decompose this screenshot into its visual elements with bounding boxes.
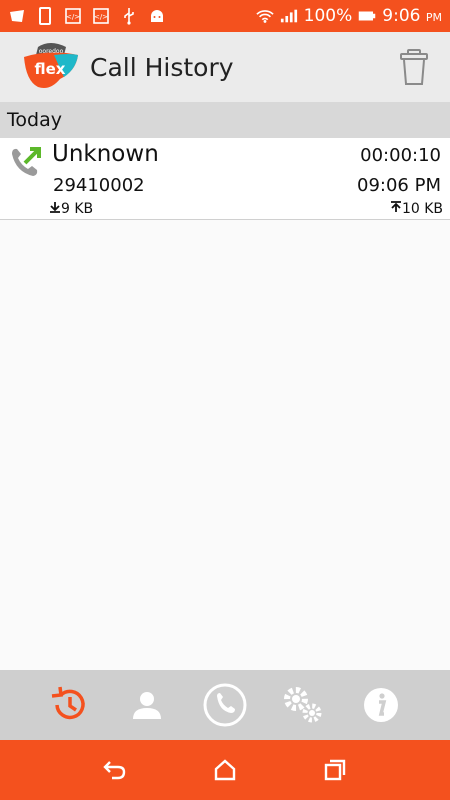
outgoing-call-icon	[8, 144, 44, 180]
upload-icon	[390, 201, 401, 212]
home-icon	[214, 759, 236, 781]
download-icon	[50, 202, 60, 213]
upload-value: 10 KB	[401, 201, 443, 217]
logo-text: flex	[35, 60, 66, 78]
battery-icon	[358, 7, 376, 25]
download-size: 9 KB	[49, 201, 93, 217]
app-bar: flex ooredoo Call History	[0, 32, 450, 102]
history-icon	[51, 686, 85, 720]
tab-info[interactable]	[356, 680, 406, 730]
back-icon	[103, 761, 126, 780]
svg-text:</>: </>	[66, 13, 80, 21]
usb-icon	[120, 7, 138, 25]
clock: 9:06	[382, 6, 421, 26]
tab-settings[interactable]	[278, 680, 328, 730]
tab-dialer[interactable]	[200, 680, 250, 730]
status-bar: </> </> 100% 9:06 PM	[0, 0, 450, 32]
call-duration: 00:00:10	[360, 145, 441, 166]
upload-size: 10 KB	[390, 201, 443, 217]
tab-call-history[interactable]	[44, 680, 94, 730]
flex-app-notification-icon	[8, 7, 26, 25]
code-icon: </>	[64, 7, 82, 25]
clock-ampm: PM	[425, 11, 442, 24]
signal-icon	[280, 7, 298, 25]
recents-icon	[324, 759, 346, 781]
contacts-icon	[133, 692, 161, 719]
delete-history-button[interactable]	[396, 47, 432, 87]
bottom-tab-bar	[0, 670, 450, 740]
home-button[interactable]	[205, 750, 245, 790]
trash-icon	[400, 49, 428, 85]
section-header-today: Today	[0, 102, 450, 138]
logo-top-text: ooredoo	[39, 48, 64, 55]
tab-contacts[interactable]	[122, 680, 172, 730]
code-icon-2: </>	[92, 7, 110, 25]
wifi-icon	[256, 7, 274, 25]
screen-rotation-icon	[36, 7, 54, 25]
call-time: 09:06 PM	[357, 175, 441, 196]
page-title: Call History	[90, 52, 234, 82]
svg-text:</>: </>	[94, 13, 108, 21]
settings-icon	[284, 687, 322, 723]
android-icon	[148, 7, 166, 25]
recents-button[interactable]	[315, 750, 355, 790]
back-button[interactable]	[95, 750, 135, 790]
caller-name: Unknown	[52, 141, 159, 167]
caller-number: 29410002	[53, 175, 145, 196]
battery-percent: 100%	[303, 6, 353, 26]
system-nav-bar	[0, 740, 450, 800]
call-list-item[interactable]: Unknown 29410002 9 KB 00:00:10 09:06 PM …	[0, 138, 450, 220]
download-value: 9 KB	[61, 201, 94, 217]
info-icon	[364, 688, 398, 722]
dialer-icon	[203, 683, 247, 727]
flex-logo: flex ooredoo	[20, 41, 82, 93]
